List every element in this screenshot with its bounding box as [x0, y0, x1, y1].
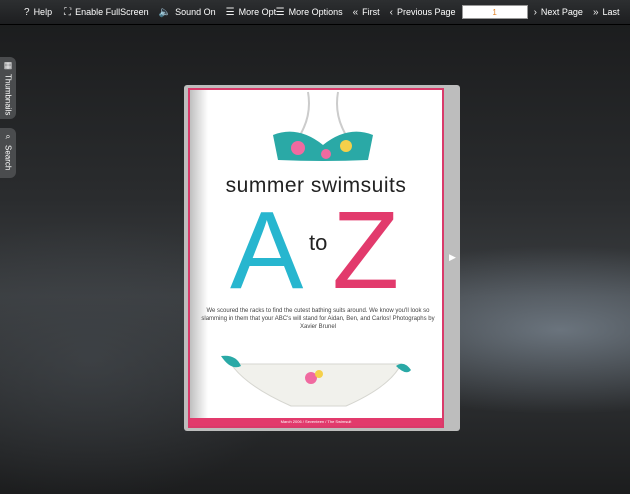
grid-icon: ▦ — [3, 60, 13, 70]
letter-z: Z — [332, 189, 400, 312]
question-icon: ? — [24, 6, 30, 18]
previous-page-button[interactable]: ‹ Previous Page — [390, 0, 456, 24]
fullscreen-button[interactable]: ⛶ Enable FullScreen — [64, 0, 149, 24]
more-options-label: More Options — [238, 7, 276, 17]
intro-text: We scoured the racks to find the cutest … — [201, 308, 435, 330]
letter-a: A — [230, 189, 304, 312]
page-number-input[interactable] — [461, 5, 528, 19]
speaker-icon: 🔈 — [158, 6, 172, 18]
fullscreen-icon: ⛶ — [64, 6, 72, 18]
help-label: Help — [33, 7, 53, 17]
first-page-button[interactable]: « First — [353, 0, 380, 24]
search-tab[interactable]: ⌕ Search — [0, 128, 16, 178]
thumbnails-tab[interactable]: ▦ Thumbnails — [0, 57, 16, 119]
chevron-left-icon: ‹ — [389, 6, 394, 18]
more-options-label-2: More Options — [288, 7, 343, 17]
search-label: Search — [3, 145, 13, 171]
page-footer-note: March 2006 / Seventeen / The Swimsuit — [190, 418, 442, 426]
double-chevron-right-icon: » — [592, 6, 599, 18]
search-icon: ⌕ — [5, 131, 11, 141]
bikini-bottom-image — [221, 355, 411, 407]
letter-to: to — [309, 230, 328, 255]
chevron-right-icon: › — [533, 6, 537, 18]
sound-label: Sound On — [175, 7, 216, 17]
next-page-button[interactable]: › Next Page — [534, 0, 583, 24]
sound-button[interactable]: 🔈 Sound On — [159, 0, 216, 24]
next-label: Next Page — [540, 7, 583, 17]
next-page-arrow-icon[interactable]: ▶ — [449, 252, 456, 263]
bikini-top-image — [273, 91, 373, 161]
page-spine-shadow — [190, 90, 208, 426]
thumbnails-label: Thumbnails — [3, 74, 13, 116]
magazine-page[interactable]: summer swimsuits A to Z We scoured the r… — [188, 88, 444, 428]
help-button[interactable]: ? Help — [24, 0, 52, 24]
menu-icon: ☰ — [225, 6, 235, 18]
toolbar: ? Help ⛶ Enable FullScreen 🔈 Sound On ☰ … — [0, 0, 630, 25]
fullscreen-label: Enable FullScreen — [75, 7, 149, 17]
double-chevron-left-icon: « — [352, 6, 359, 18]
first-label: First — [362, 7, 380, 17]
prev-label: Previous Page — [397, 7, 456, 17]
menu-icon: ☰ — [275, 6, 285, 18]
more-options-button[interactable]: ☰ More Options — [226, 0, 276, 24]
last-label: Last — [602, 7, 620, 17]
headline: summer swimsuits — [225, 174, 407, 197]
last-page-button[interactable]: » Last — [593, 0, 620, 24]
more-options-button-2[interactable]: ☰ More Options — [276, 0, 343, 24]
